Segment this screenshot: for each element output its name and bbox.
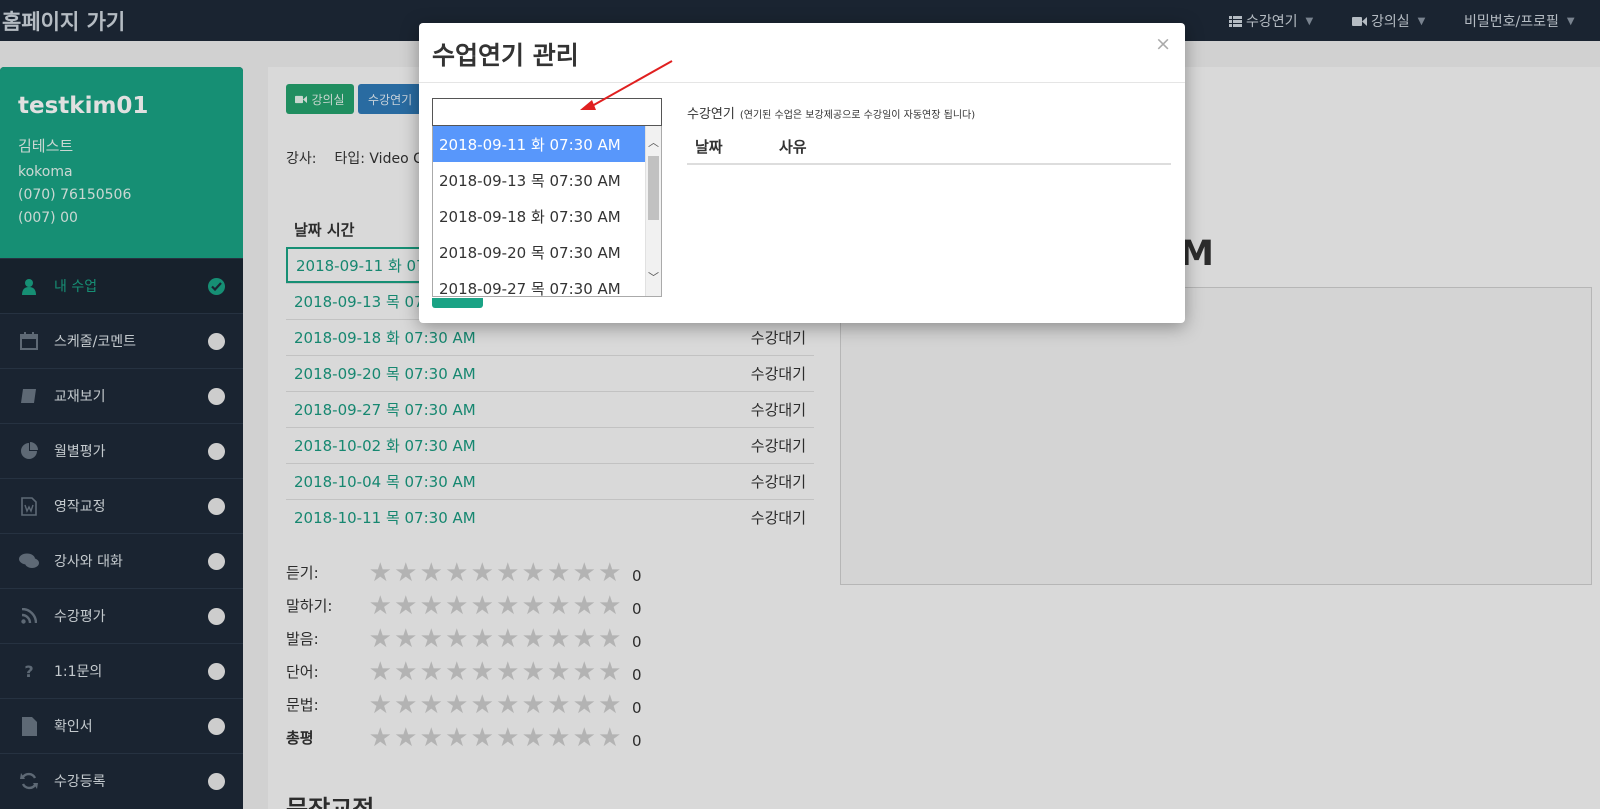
postpone-list-label: 수강연기 (연기된 수업은 보강제공으로 수강일이 자동연장 됩니다) xyxy=(687,103,975,122)
column-date: 날짜 xyxy=(695,137,723,156)
postpone-modal: 수업연기 관리 × 2018-09-11 화 07:30 AM 2018-09-1… xyxy=(419,23,1185,323)
postponed-table-header: 날짜 사유 xyxy=(687,129,1171,165)
scrollbar[interactable]: ︿ ﹀ xyxy=(645,126,661,296)
submit-button[interactable] xyxy=(432,298,483,308)
date-select[interactable]: 2018-09-11 화 07:30 AM 2018-09-13 목 07:30 … xyxy=(432,98,662,321)
chevron-down-icon[interactable]: ﹀ xyxy=(648,269,659,285)
modal-title: 수업연기 관리 xyxy=(432,41,579,70)
date-select-input[interactable] xyxy=(432,98,662,126)
date-option[interactable]: 2018-09-18 화 07:30 AM xyxy=(433,198,646,234)
modal-header: 수업연기 관리 × xyxy=(419,23,1185,83)
postpone-label-text: 수강연기 xyxy=(687,107,735,122)
close-icon[interactable]: × xyxy=(1155,33,1171,55)
scrollbar-thumb[interactable] xyxy=(648,156,659,220)
date-option[interactable]: 2018-09-11 화 07:30 AM xyxy=(433,126,646,162)
chevron-up-icon[interactable]: ︿ xyxy=(648,134,659,150)
date-select-dropdown[interactable]: 2018-09-11 화 07:30 AM 2018-09-13 목 07:30 … xyxy=(432,126,662,297)
postponed-table: 날짜 사유 xyxy=(687,129,1171,165)
column-reason: 사유 xyxy=(779,137,807,156)
date-option[interactable]: 2018-09-20 목 07:30 AM xyxy=(433,234,646,270)
date-option[interactable]: 2018-09-13 목 07:30 AM xyxy=(433,162,646,198)
date-option[interactable]: 2018-09-27 목 07:30 AM xyxy=(433,270,646,297)
postpone-note: (연기된 수업은 보강제공으로 수강일이 자동연장 됩니다) xyxy=(739,110,976,121)
